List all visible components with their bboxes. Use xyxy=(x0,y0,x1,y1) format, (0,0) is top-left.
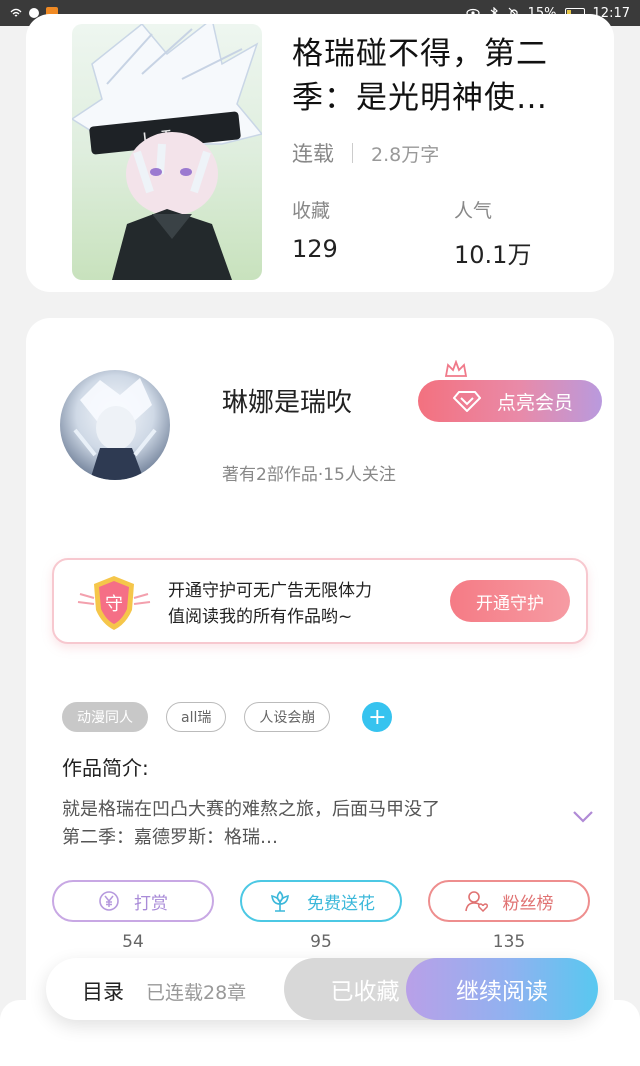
popularity-stat: 人气 10.1万 xyxy=(454,196,531,270)
send-flower-button[interactable]: 免费送花 xyxy=(240,880,402,922)
favorites-value: 129 xyxy=(292,235,338,263)
book-title: 格瑞碰不得，第二季：是光明神使… xyxy=(292,36,548,116)
word-count: 2.8万字 xyxy=(371,143,440,166)
chevron-down-icon[interactable] xyxy=(572,810,594,824)
guard-text-line1: 开通守护可无广告无限体力 xyxy=(168,581,372,601)
action-buttons: 打赏 免费送花 粉丝榜 xyxy=(52,880,590,922)
table-of-contents-button[interactable]: 目录 xyxy=(82,976,124,1006)
reward-button[interactable]: 打赏 xyxy=(52,880,214,922)
yen-icon xyxy=(99,891,119,911)
avatar-illustration xyxy=(73,378,157,480)
fans-ranking-button[interactable]: 粉丝榜 xyxy=(428,880,590,922)
person-heart-icon xyxy=(464,891,488,912)
fans-count: 135 xyxy=(492,932,526,952)
open-guard-button[interactable]: 开通守护 xyxy=(450,580,570,622)
intro-text[interactable]: 就是格瑞在凹凸大赛的难熬之旅，后面马甲没了 第二季：嘉德罗斯：格瑞… xyxy=(62,796,542,852)
flower-count: 95 xyxy=(310,932,332,952)
author-stats: 著有2部作品·15人关注 xyxy=(222,465,396,485)
author-avatar[interactable] xyxy=(60,370,170,480)
guard-banner: 守 开通守护可无广告无限体力 值阅读我的所有作品哟~ 开通守护 xyxy=(52,558,588,644)
meta-divider xyxy=(352,143,353,163)
book-card: L.T. 格瑞碰不得，第二季：是光明神使… 连载 2.8万字 收藏 129 人气… xyxy=(26,14,614,292)
add-tag-button[interactable]: + xyxy=(362,702,393,732)
reward-label: 打赏 xyxy=(134,893,168,914)
intro-line1: 就是格瑞在凹凸大赛的难熬之旅，后面马甲没了 xyxy=(62,799,440,820)
author-card: 琳娜是瑞吹 著有2部作品·15人关注 点亮会员 守 开通守护可无广告无限体力 值… xyxy=(26,318,614,1066)
popularity-label: 人气 xyxy=(454,200,493,222)
flower-icon xyxy=(271,890,289,912)
guard-shield-char: 守 xyxy=(105,594,123,615)
tag-list: 动漫同人 all瑞 人设会崩 + xyxy=(62,702,393,732)
book-meta: 连载 2.8万字 xyxy=(292,138,439,168)
guard-shield-icon: 守 xyxy=(77,576,151,630)
tag-item[interactable]: 动漫同人 xyxy=(62,702,148,732)
fans-ranking-label: 粉丝榜 xyxy=(502,893,554,914)
intro-line2: 第二季：嘉德罗斯：格瑞… xyxy=(62,827,278,848)
guard-text-line2: 值阅读我的所有作品哟~ xyxy=(168,607,353,627)
diamond-icon xyxy=(452,391,481,412)
reward-count: 54 xyxy=(122,932,144,952)
action-counts: 54 95 135 xyxy=(52,932,590,952)
wifi-icon xyxy=(10,8,22,17)
vip-button[interactable]: 点亮会员 xyxy=(418,380,602,422)
author-name[interactable]: 琳娜是瑞吹 xyxy=(222,382,352,419)
favorites-stat: 收藏 129 xyxy=(292,196,338,263)
chapter-count: 已连载28章 xyxy=(146,982,247,1004)
continue-reading-button[interactable]: 继续阅读 xyxy=(406,958,598,1020)
popularity-value: 10.1万 xyxy=(454,241,532,269)
guard-text: 开通守护可无广告无限体力 值阅读我的所有作品哟~ xyxy=(168,578,372,630)
vip-button-label: 点亮会员 xyxy=(496,391,573,414)
tag-item[interactable]: all瑞 xyxy=(166,702,227,732)
tag-item[interactable]: 人设会崩 xyxy=(244,702,331,732)
favorites-label: 收藏 xyxy=(292,200,331,222)
cover-illustration: L.T. xyxy=(72,24,262,280)
bottom-action-bar: 目录 已连载28章 已收藏 继续阅读 xyxy=(46,958,598,1020)
intro-label: 作品简介: xyxy=(62,756,149,780)
serial-status: 连载 xyxy=(292,142,334,166)
send-flower-label: 免费送花 xyxy=(307,893,375,914)
book-cover[interactable]: L.T. xyxy=(72,24,262,280)
crown-icon xyxy=(444,360,468,377)
